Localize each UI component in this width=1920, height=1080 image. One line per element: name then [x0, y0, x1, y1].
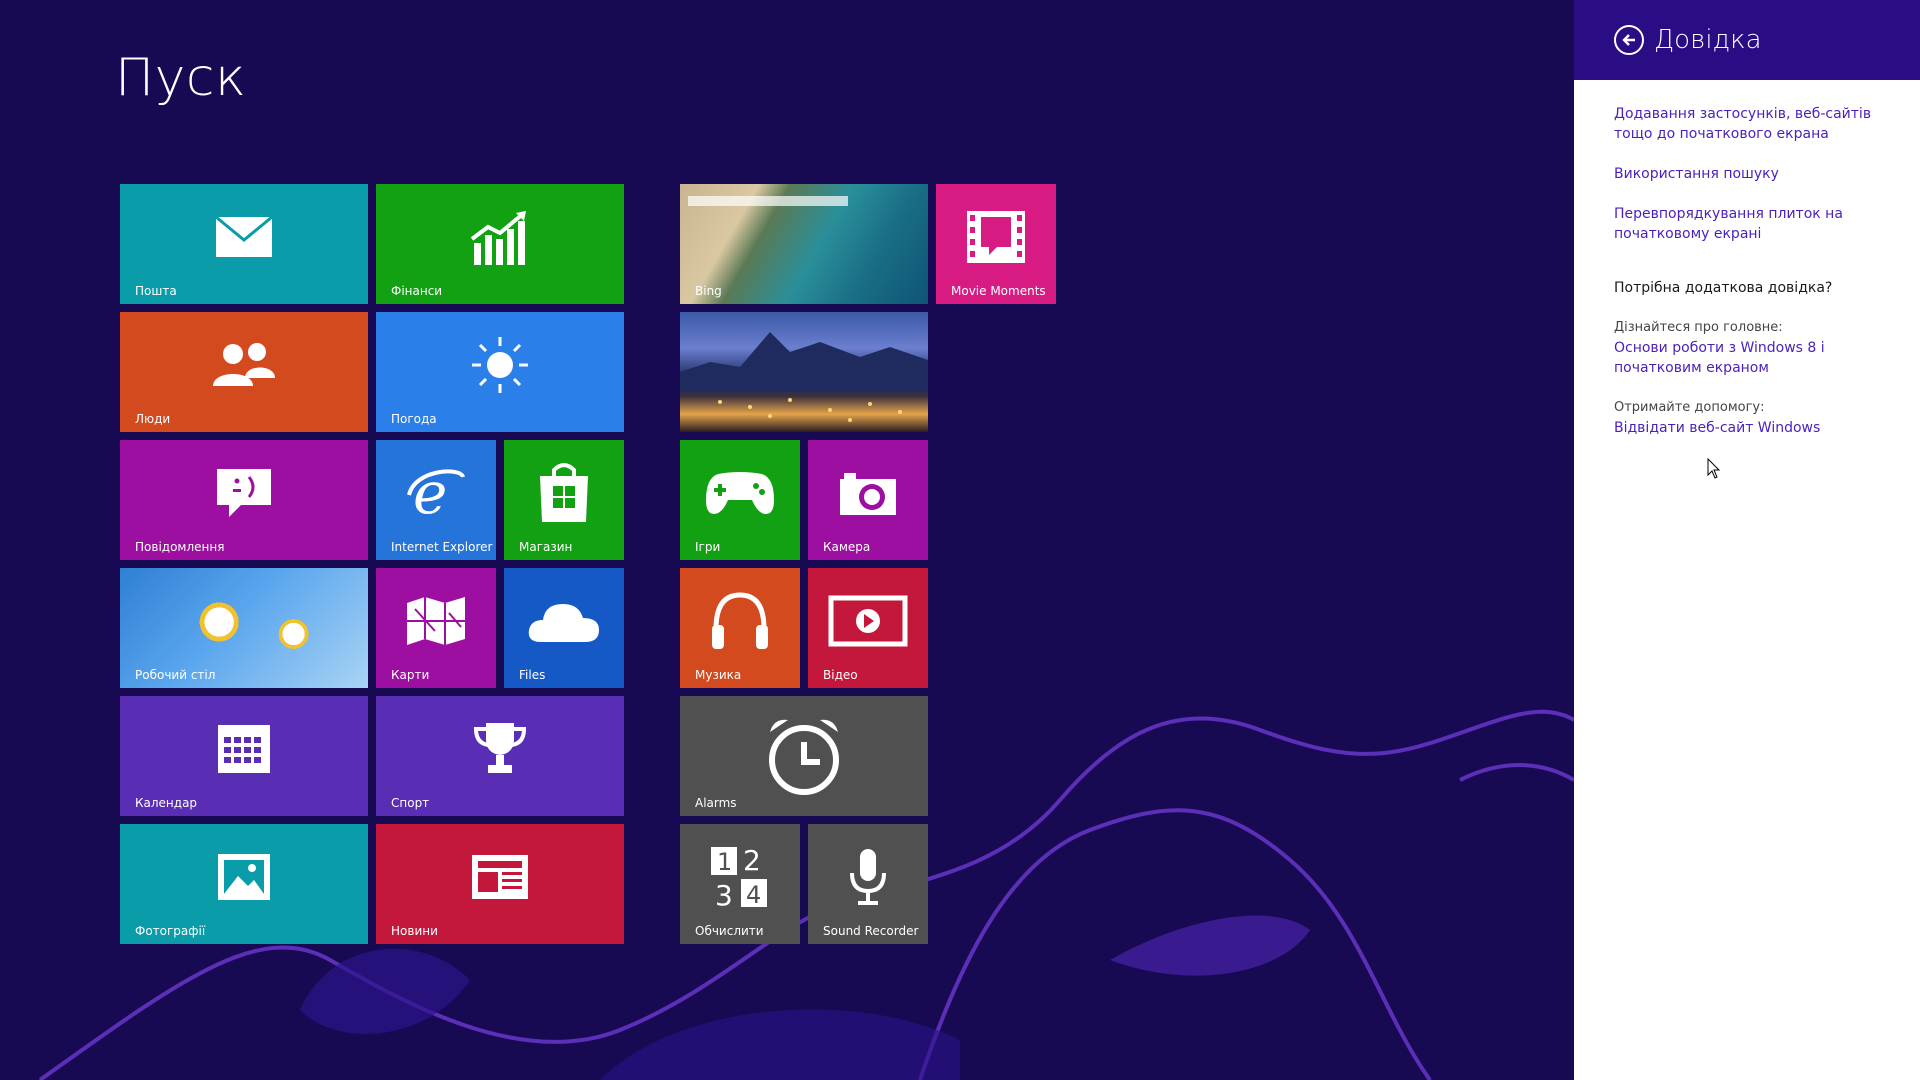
finance-icon [470, 210, 526, 265]
tile-alarms[interactable]: Alarms [680, 696, 928, 816]
tile-messaging[interactable]: Повідомлення [120, 440, 368, 560]
bing-search-box [688, 196, 848, 206]
tile-weather[interactable]: Погода [376, 312, 624, 432]
camera-icon [840, 472, 896, 515]
more-help-heading: Потрібна додаткова довідка? [1614, 280, 1833, 296]
video-icon [828, 595, 908, 647]
tile-photos[interactable]: Фотографії [120, 824, 368, 944]
tile-sound-recorder[interactable]: Sound Recorder [808, 824, 928, 944]
learn-label: Дізнайтеся про головне: [1614, 320, 1783, 335]
sun-icon [472, 336, 528, 393]
calendar-icon [218, 724, 270, 773]
tile-label: Sound Recorder [823, 924, 919, 938]
svg-text:1: 1 [717, 848, 732, 876]
tile-label: Музика [695, 668, 742, 682]
start-title: Пуск [115, 48, 247, 108]
tile-bing[interactable]: Bing [680, 184, 928, 304]
tile-mail[interactable]: Пошта [120, 184, 368, 304]
tile-label: Люди [135, 412, 171, 426]
tile-label: Карти [391, 668, 430, 682]
help-pane: Довідка Додавання застосунків, веб-сайті… [1574, 0, 1920, 1080]
alarm-icon [769, 719, 839, 795]
svg-text:4: 4 [746, 881, 761, 909]
tile-label: Робочий стіл [135, 668, 216, 682]
tile-label: Bing [695, 284, 722, 298]
tile-label: Movie Moments [951, 284, 1046, 298]
tile-games[interactable]: Ігри [680, 440, 800, 560]
mouse-cursor-icon [1707, 458, 1721, 479]
tile-finance[interactable]: Фінанси [376, 184, 624, 304]
tile-label: Пошта [135, 284, 177, 298]
back-arrow-icon [1622, 34, 1635, 46]
tile-label: Files [519, 668, 546, 682]
support-label: Отримайте допомогу: [1614, 400, 1765, 415]
tile-label: Відео [823, 668, 858, 682]
tile-travel[interactable] [680, 312, 928, 432]
tile-label: Обчислити [695, 924, 764, 938]
mail-icon [215, 215, 273, 257]
tile-store[interactable]: Магазин [504, 440, 624, 560]
help-link-add-apps[interactable]: Додавання застосунків, веб-сайтів тощо д… [1614, 104, 1890, 144]
headphones-icon [712, 592, 768, 649]
tile-label: Спорт [391, 796, 430, 810]
tile-maps[interactable]: Карти [376, 568, 496, 688]
ie-icon: e [407, 465, 465, 521]
back-button[interactable] [1614, 25, 1644, 55]
tile-calendar[interactable]: Календар [120, 696, 368, 816]
tile-label: Календар [135, 796, 198, 810]
cloud-icon [528, 603, 599, 642]
tile-people[interactable]: Люди [120, 312, 368, 432]
tile-movie-moments[interactable]: Movie Moments [936, 184, 1056, 304]
tile-music[interactable]: Музика [680, 568, 800, 688]
microphone-icon [850, 848, 886, 905]
tile-label: Internet Explorer [391, 540, 493, 554]
tile-news[interactable]: Новини [376, 824, 624, 944]
start-screen: Пуск Пошта Фінанси Люди Погода Повідомле… [0, 0, 1574, 1080]
tile-label: Камера [823, 540, 871, 554]
mountain-silhouette [680, 332, 928, 422]
tile-label: Ігри [695, 540, 721, 554]
people-icon [213, 342, 275, 386]
tile-label: Повідомлення [135, 540, 225, 554]
tile-label: Фінанси [391, 284, 443, 298]
tile-desktop[interactable]: Робочий стіл [120, 568, 368, 688]
maps-icon [407, 596, 465, 645]
tile-label: Alarms [695, 796, 737, 810]
tile-sport[interactable]: Спорт [376, 696, 624, 816]
tile-label: Погода [391, 412, 437, 426]
svg-text:2: 2 [743, 845, 761, 877]
help-link-rearrange-tiles[interactable]: Перевпорядкування плиток на початковому … [1614, 204, 1890, 244]
calculator-icon: 1 23 4 [711, 845, 767, 909]
tile-label: Магазин [519, 540, 573, 554]
help-link-windows-basics[interactable]: Основи роботи з Windows 8 і початковим е… [1614, 338, 1890, 378]
movie-icon [967, 210, 1025, 263]
tile-video[interactable]: Відео [808, 568, 928, 688]
trophy-icon [473, 722, 527, 773]
tile-label: Новини [391, 924, 438, 938]
tile-camera[interactable]: Камера [808, 440, 928, 560]
svg-text:3: 3 [715, 879, 733, 909]
tile-internet-explorer[interactable]: e Internet Explorer [376, 440, 496, 560]
news-icon [472, 854, 528, 899]
help-link-search[interactable]: Використання пошуку [1614, 164, 1890, 184]
tile-label: Фотографії [135, 924, 206, 938]
help-header: Довідка [1574, 0, 1920, 80]
help-link-windows-website[interactable]: Відвідати веб-сайт Windows [1614, 418, 1890, 438]
store-icon [540, 462, 588, 522]
help-title: Довідка [1654, 25, 1762, 55]
messaging-icon [217, 468, 271, 517]
gamepad-icon [706, 471, 774, 514]
tile-files[interactable]: Files [504, 568, 624, 688]
photos-icon [218, 853, 270, 900]
tile-calculator[interactable]: 1234 Обчислити [680, 824, 800, 944]
